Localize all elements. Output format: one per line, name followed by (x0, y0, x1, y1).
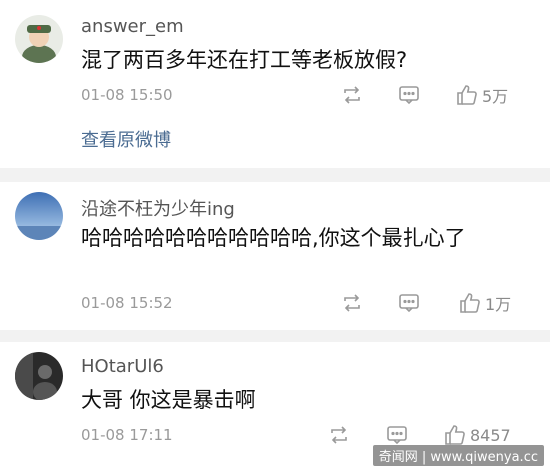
comment-card: 沿途不枉为少年ing 哈哈哈哈哈哈哈哈哈哈哈,你这个最扎心了 01-08 15:… (0, 182, 550, 330)
username[interactable]: 沿途不枉为少年ing (81, 195, 235, 221)
comment-icon (399, 294, 419, 313)
view-original-weibo-link[interactable]: 查看原微博 (81, 126, 171, 152)
comment-icon (399, 86, 419, 105)
repost-button[interactable] (328, 424, 350, 446)
comment-text: 混了两百多年还在打工等老板放假? (81, 48, 408, 72)
timestamp: 01-08 15:52 (81, 294, 173, 312)
repost-icon (344, 294, 360, 312)
avatar[interactable] (15, 352, 63, 400)
watermark: 奇闻网 | www.qiwenya.cc (372, 445, 544, 466)
like-button[interactable]: 8457 (443, 423, 511, 447)
like-count: 5万 (482, 87, 509, 106)
username[interactable]: answer_em (81, 16, 184, 37)
timestamp: 01-08 17:11 (81, 426, 173, 444)
divider (0, 330, 550, 342)
comment-text: 哈哈哈哈哈哈哈哈哈哈哈,你这个最扎心了 (81, 226, 466, 250)
repost-button[interactable] (341, 84, 363, 106)
repost-icon (331, 426, 347, 444)
like-count: 8457 (470, 425, 511, 445)
avatar[interactable] (15, 15, 63, 63)
comment-button[interactable] (386, 424, 408, 446)
like-count: 1万 (485, 295, 512, 314)
thumbs-up-icon (460, 293, 480, 313)
comment-icon (387, 426, 407, 445)
repost-icon (344, 86, 360, 104)
like-button[interactable]: 1万 (458, 291, 511, 315)
repost-button[interactable] (341, 292, 363, 314)
avatar[interactable] (15, 192, 63, 240)
comment-card: answer_em 混了两百多年还在打工等老板放假? 01-08 15:50 5… (0, 0, 550, 168)
comment-button[interactable] (398, 292, 420, 314)
thumbs-up-icon (457, 85, 477, 105)
username[interactable]: HOtarUl6 (81, 356, 164, 377)
divider (0, 168, 550, 182)
timestamp: 01-08 15:50 (81, 86, 173, 104)
comment-button[interactable] (398, 84, 420, 106)
like-button[interactable]: 5万 (455, 83, 508, 107)
comment-text: 大哥 你这是暴击啊 (81, 388, 256, 412)
thumbs-up-icon (445, 425, 465, 445)
